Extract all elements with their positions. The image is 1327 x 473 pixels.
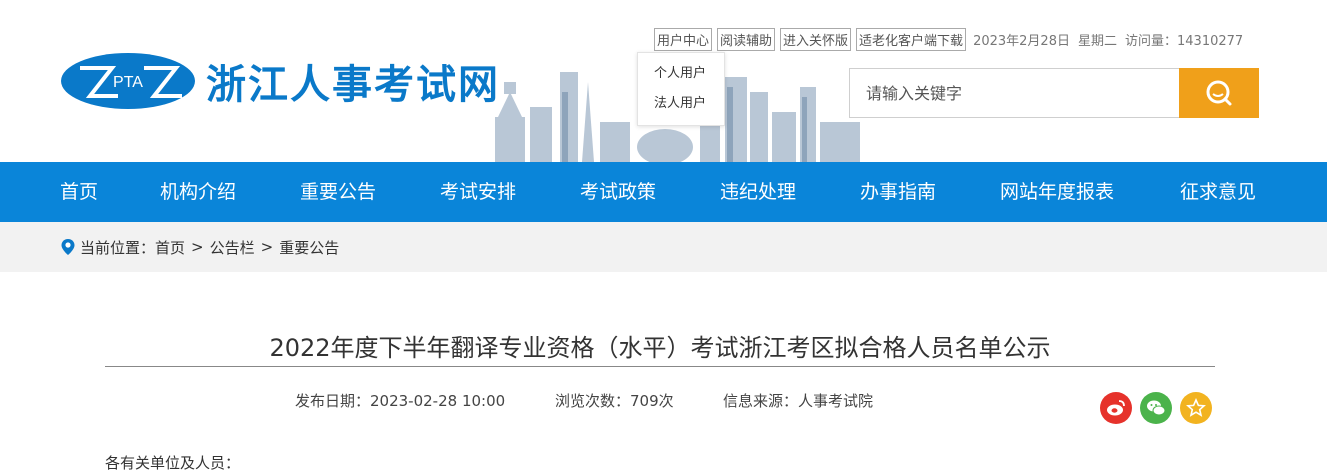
- nav-home[interactable]: 首页: [60, 162, 98, 222]
- site-name: 浙江人事考试网: [206, 62, 500, 108]
- breadcrumb: 当前位置： 首页 > 公告栏 > 重要公告: [60, 222, 339, 272]
- wechat-icon: [1147, 400, 1166, 416]
- pta-logo-icon: PTA: [61, 53, 195, 109]
- info-source: 信息来源：人事考试院: [723, 392, 874, 410]
- favorite-star-icon: [1186, 398, 1206, 417]
- search-bar: [849, 68, 1259, 118]
- top-links-bar: 用户中心 阅读辅助 进入关怀版 适老化客户端下载 2023年2月28日 星期二 访问…: [654, 28, 1251, 51]
- nav-violations[interactable]: 违纪处理: [720, 162, 796, 222]
- breadcrumb-bulletin[interactable]: 公告栏: [210, 237, 255, 258]
- breadcrumb-bar: 当前位置： 首页 > 公告栏 > 重要公告: [0, 222, 1327, 272]
- title-divider: [105, 366, 1215, 367]
- nav-annual-report[interactable]: 网站年度报表: [1000, 162, 1114, 222]
- weibo-icon: [1107, 400, 1125, 416]
- breadcrumb-separator: >: [260, 238, 274, 256]
- visits-label: 访问量：: [1124, 34, 1177, 49]
- logo-mark-text: PTA: [113, 74, 143, 91]
- breadcrumb-separator: >: [191, 238, 204, 256]
- nav-about[interactable]: 机构介绍: [160, 162, 236, 222]
- elderly-app-download-link[interactable]: 适老化客户端下载: [856, 28, 967, 51]
- location-pin-icon: [61, 239, 75, 255]
- breadcrumb-prefix: 当前位置：: [80, 238, 156, 257]
- user-center-dropdown: 个人用户 法人用户: [637, 52, 725, 126]
- site-logo[interactable]: PTA 浙江人事考试网: [60, 52, 500, 110]
- reading-assist-link[interactable]: 阅读辅助: [717, 28, 776, 51]
- nav-exam-policy[interactable]: 考试政策: [580, 162, 656, 222]
- nav-announcements[interactable]: 重要公告: [300, 162, 376, 222]
- search-button[interactable]: [1179, 68, 1259, 118]
- visits-count: 14310277: [1177, 34, 1244, 49]
- main-nav: 首页 机构介绍 重要公告 考试安排 考试政策 违纪处理 办事指南 网站年度报表 …: [0, 162, 1327, 222]
- current-weekday: 星期二: [1077, 34, 1117, 49]
- legal-user-option[interactable]: 法人用户: [638, 89, 724, 119]
- publish-date: 发布日期：2023-02-28 10:00: [295, 392, 506, 410]
- search-input[interactable]: [849, 68, 1179, 118]
- share-wechat-button[interactable]: [1140, 392, 1172, 424]
- search-icon: [1206, 80, 1232, 106]
- add-favorite-button[interactable]: [1180, 392, 1212, 424]
- share-weibo-button[interactable]: [1100, 392, 1132, 424]
- breadcrumb-important-notices[interactable]: 重要公告: [279, 237, 339, 258]
- nav-feedback[interactable]: 征求意见: [1180, 162, 1256, 222]
- user-center-link[interactable]: 用户中心: [654, 28, 713, 51]
- current-date: 2023年2月28日: [973, 34, 1070, 49]
- nav-service-guide[interactable]: 办事指南: [860, 162, 936, 222]
- article-title: 2022年度下半年翻译专业资格（水平）考试浙江考区拟合格人员名单公示: [269, 334, 1051, 362]
- date-visits-info: 2023年2月28日 星期二 访问量：14310277: [973, 30, 1251, 49]
- breadcrumb-home[interactable]: 首页: [155, 237, 185, 258]
- view-count: 浏览次数：709次: [555, 392, 674, 410]
- nav-exam-schedule[interactable]: 考试安排: [440, 162, 516, 222]
- care-version-link[interactable]: 进入关怀版: [780, 28, 852, 51]
- header: PTA 浙江人事考试网 用户中心 阅读辅助 进入关怀版 适老化客户端下载 202…: [0, 0, 1327, 162]
- personal-user-option[interactable]: 个人用户: [638, 59, 724, 89]
